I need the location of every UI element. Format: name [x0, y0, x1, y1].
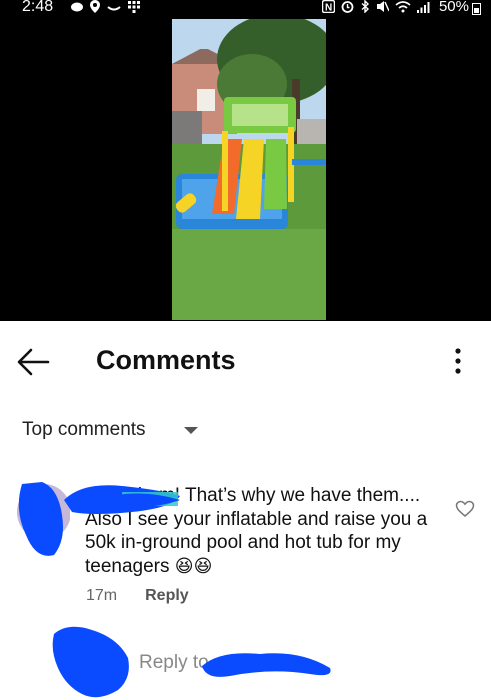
grid-icon — [128, 0, 140, 16]
alarm-icon — [341, 0, 354, 16]
signal-icon — [417, 1, 431, 16]
video-area[interactable]: 2:48 N 50% — [0, 0, 491, 321]
reply-input[interactable]: Reply to — [139, 652, 209, 674]
back-button[interactable] — [16, 347, 50, 377]
sort-dropdown[interactable]: Top comments — [22, 419, 198, 441]
more-vertical-icon — [455, 348, 461, 374]
reply-box: Reply to — [0, 622, 491, 700]
chat-icon — [70, 1, 84, 16]
comment-age: 17m — [86, 587, 118, 604]
back-arrow-icon — [17, 348, 50, 376]
location-icon — [90, 0, 100, 16]
mute-icon — [376, 0, 390, 16]
battery-percent: 50% — [438, 0, 469, 15]
like-button[interactable] — [455, 500, 475, 518]
comment-meta: 17m Reply — [86, 587, 189, 605]
more-options-button[interactable] — [448, 345, 468, 377]
page-title: Comments — [96, 345, 236, 375]
nfc-icon: N — [321, 0, 336, 16]
status-bar: 2:48 N 50% — [0, 0, 491, 18]
wifi-icon — [395, 0, 411, 16]
svg-text:N: N — [325, 3, 332, 14]
chevron-down-icon — [183, 426, 198, 434]
voicemail-icon — [106, 1, 122, 15]
battery-icon — [472, 3, 481, 15]
bluetooth-icon — [360, 0, 370, 16]
redaction-mark — [62, 478, 182, 514]
comments-header: Comments — [0, 321, 491, 401]
video-thumbnail[interactable] — [172, 19, 326, 320]
heart-outline-icon — [455, 500, 475, 517]
reply-avatar — [48, 624, 134, 700]
laughing-emoji-icon: 😆 — [193, 555, 213, 576]
reply-button[interactable]: Reply — [145, 587, 189, 605]
laughing-emoji-icon: 😆 — [174, 555, 194, 576]
redaction-mark — [200, 644, 335, 684]
sort-label: Top comments — [22, 419, 146, 440]
comment-item: Spoil them! That’s why we have them.... … — [0, 470, 491, 610]
status-time: 2:48 — [22, 0, 54, 15]
